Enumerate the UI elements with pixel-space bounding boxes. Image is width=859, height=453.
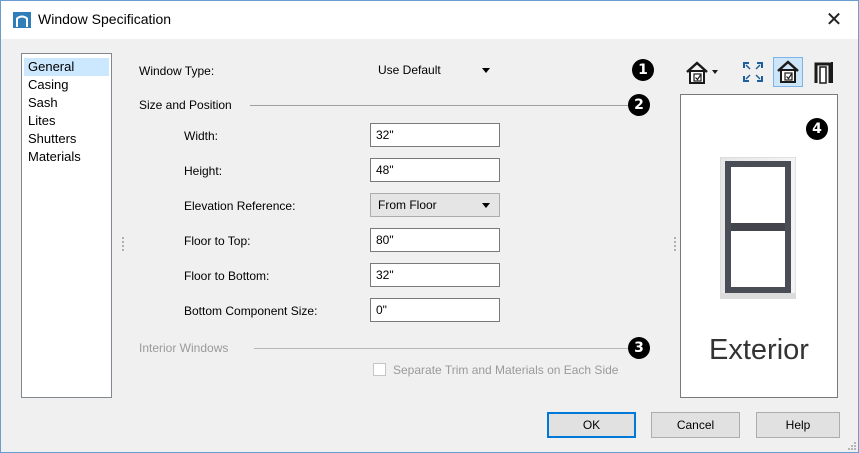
floor-to-top-field[interactable]: 80" — [370, 228, 500, 252]
size-position-divider — [250, 105, 628, 106]
fill-window-icon — [743, 62, 763, 82]
callout-2: 2 — [628, 94, 650, 116]
show-materials-button[interactable] — [773, 57, 803, 87]
callout-3: 3 — [628, 337, 650, 359]
size-position-heading: Size and Position — [139, 98, 232, 112]
floor-to-bottom-field[interactable]: 32" — [370, 263, 500, 287]
bottom-component-size-label: Bottom Component Size: — [184, 304, 318, 318]
close-button[interactable]: ✕ — [820, 7, 848, 33]
interior-windows-heading: Interior Windows — [139, 341, 229, 355]
width-label: Width: — [184, 129, 219, 143]
chevron-down-icon — [482, 68, 490, 73]
floor-to-top-label: Floor to Top: — [184, 234, 251, 248]
nav-item-shutters[interactable]: Shutters — [22, 130, 111, 148]
window-type-label: Window Type: — [139, 64, 215, 78]
elevation-view-dropdown-button[interactable] — [681, 57, 723, 87]
preview-caption: Exterior — [709, 334, 809, 366]
floor-to-bottom-label: Floor to Bottom: — [184, 269, 270, 283]
help-button[interactable]: Help — [756, 412, 840, 438]
category-list[interactable]: General Casing Sash Lites Shutters Mater… — [21, 53, 112, 398]
resize-grip-icon[interactable] — [846, 440, 856, 450]
separate-trim-checkbox[interactable] — [373, 363, 386, 376]
chevron-down-icon — [482, 203, 490, 208]
dialog-title: Window Specification — [38, 11, 172, 27]
window-type-dropdown[interactable]: Use Default — [370, 58, 500, 82]
height-label: Height: — [184, 164, 223, 178]
bottom-component-size-field[interactable]: 0" — [370, 298, 500, 322]
window-specification-dialog: Window Specification ✕ General Casing Sa… — [0, 0, 859, 453]
width-field[interactable]: 32" — [370, 123, 500, 147]
splitter-grip-right[interactable] — [674, 237, 676, 251]
fill-window-button[interactable] — [738, 57, 768, 87]
elevation-reference-value: From Floor — [378, 198, 437, 212]
cancel-button[interactable]: Cancel — [651, 412, 740, 438]
house-view-icon — [686, 61, 718, 84]
window-preview-image — [720, 157, 796, 299]
callout-1: 1 — [632, 59, 654, 81]
nav-item-lites[interactable]: Lites — [22, 112, 111, 130]
height-field[interactable]: 48" — [370, 158, 500, 182]
nav-item-general[interactable]: General — [24, 58, 109, 76]
show-materials-icon — [777, 60, 799, 83]
app-icon — [13, 12, 31, 28]
ok-button[interactable]: OK — [547, 412, 636, 438]
wall-view-icon — [814, 62, 833, 84]
nav-item-casing[interactable]: Casing — [22, 76, 111, 94]
callout-4: 4 — [806, 118, 828, 140]
window-type-value: Use Default — [378, 63, 441, 77]
title-bar[interactable]: Window Specification ✕ — [1, 1, 858, 39]
nav-item-sash[interactable]: Sash — [22, 94, 111, 112]
splitter-grip-left[interactable] — [122, 237, 124, 251]
preview-panel[interactable]: 4 Exterior — [680, 94, 838, 398]
interior-windows-divider — [254, 348, 628, 349]
wall-view-button[interactable] — [809, 57, 839, 87]
elevation-reference-label: Elevation Reference: — [184, 199, 296, 213]
nav-item-materials[interactable]: Materials — [22, 148, 111, 166]
separate-trim-label: Separate Trim and Materials on Each Side — [393, 363, 619, 377]
elevation-reference-dropdown[interactable]: From Floor — [370, 193, 500, 217]
